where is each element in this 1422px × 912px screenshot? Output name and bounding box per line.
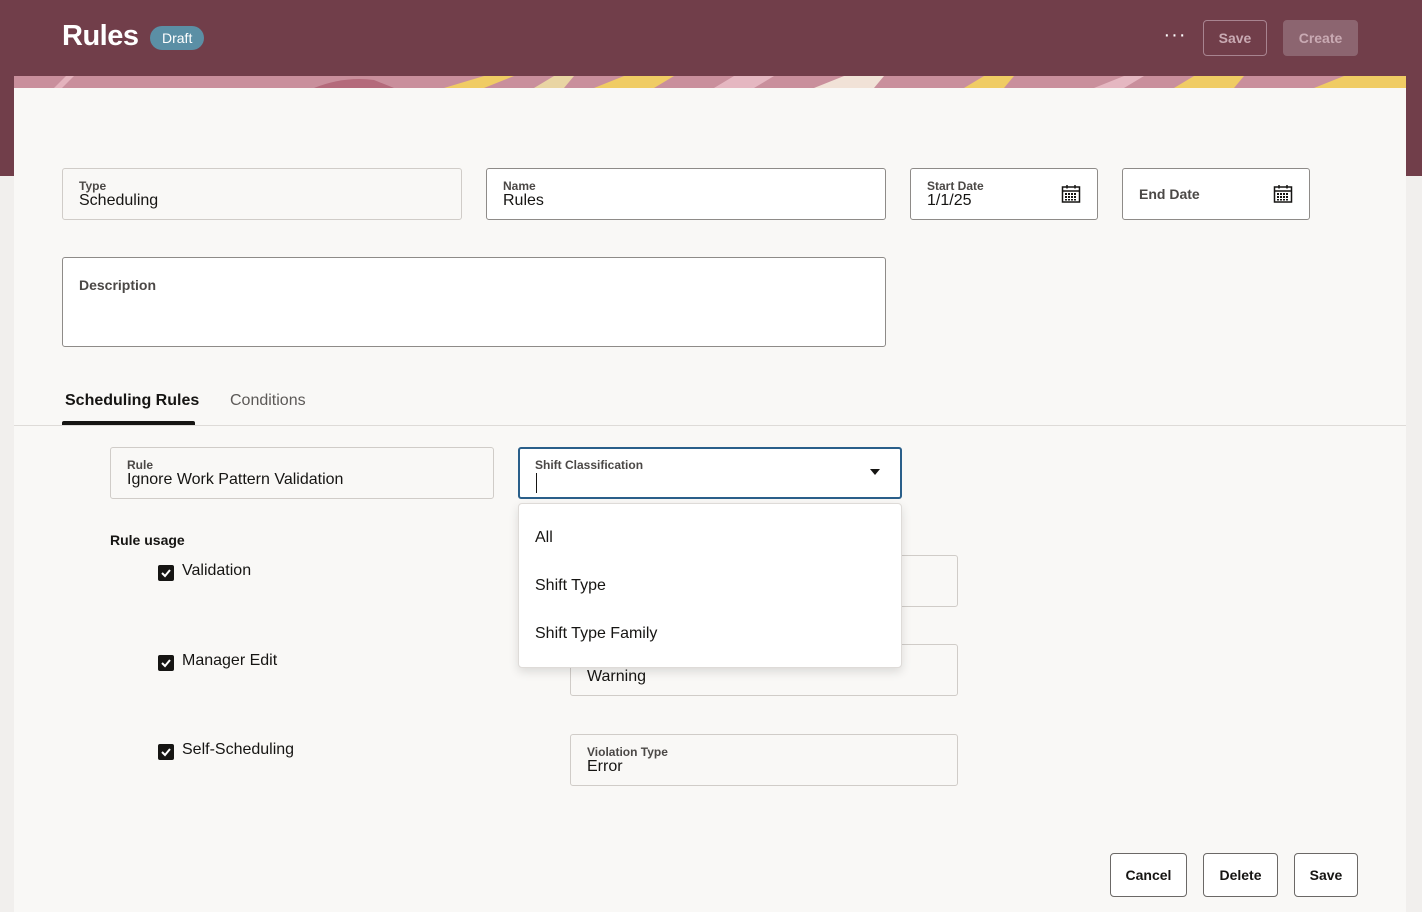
self-scheduling-violation-value: Error xyxy=(587,758,623,775)
text-cursor xyxy=(536,473,537,493)
description-label: Description xyxy=(79,277,157,293)
option-all[interactable]: All xyxy=(535,529,553,547)
self-scheduling-label: Self-Scheduling xyxy=(182,741,295,758)
checkbox-checked-icon[interactable] xyxy=(158,565,174,581)
violation-type-label: Violation Type xyxy=(587,745,668,759)
start-date-label: Start Date xyxy=(927,179,984,193)
more-icon: ··· xyxy=(1163,24,1187,46)
name-value: Rules xyxy=(503,192,544,209)
shift-classification-select[interactable]: Shift Classification xyxy=(518,447,902,499)
checkbox-checked-icon[interactable] xyxy=(158,655,174,671)
rule-usage-heading: Rule usage xyxy=(110,532,185,548)
validation-label: Validation xyxy=(182,562,252,579)
checkbox-checked-icon[interactable] xyxy=(158,744,174,760)
save-button[interactable]: Save xyxy=(1294,853,1358,897)
rule-value: Ignore Work Pattern Validation xyxy=(127,471,344,488)
type-field: Type Scheduling xyxy=(62,168,462,220)
page-title: Rules xyxy=(62,20,139,52)
start-date-field[interactable]: Start Date 1/1/25 xyxy=(910,168,1098,220)
tab-conditions[interactable]: Conditions xyxy=(230,392,306,410)
delete-button[interactable]: Delete xyxy=(1203,853,1278,897)
header-save-button[interactable]: Save xyxy=(1203,20,1267,56)
cancel-button[interactable]: Cancel xyxy=(1110,853,1187,897)
chevron-down-icon[interactable] xyxy=(870,469,880,475)
rule-field: Rule Ignore Work Pattern Validation xyxy=(110,447,494,499)
shift-classification-label: Shift Classification xyxy=(535,458,644,472)
rule-label: Rule xyxy=(127,458,154,472)
type-label: Type xyxy=(79,179,107,193)
manager-edit-label: Manager Edit xyxy=(182,652,278,669)
create-button[interactable]: Create xyxy=(1283,20,1358,56)
banner-decoration xyxy=(14,76,1406,88)
calendar-icon[interactable] xyxy=(1061,184,1081,204)
end-date-placeholder: End Date xyxy=(1139,186,1200,202)
status-badge: Draft xyxy=(150,26,205,50)
option-shift-type[interactable]: Shift Type xyxy=(535,577,606,595)
option-shift-type-family[interactable]: Shift Type Family xyxy=(535,625,657,643)
type-value: Scheduling xyxy=(79,192,159,209)
end-date-field[interactable]: End Date xyxy=(1122,168,1310,220)
calendar-icon[interactable] xyxy=(1273,184,1293,204)
manager-edit-violation-value: Warning xyxy=(587,668,646,685)
name-label: Name xyxy=(503,179,536,193)
start-date-value: 1/1/25 xyxy=(927,192,972,209)
shift-classification-listbox: All Shift Type Shift Type Family xyxy=(518,503,902,668)
name-field[interactable]: Name Rules xyxy=(486,168,886,220)
self-scheduling-violation-type-field: Violation Type Error xyxy=(570,734,958,786)
more-actions-button[interactable]: ··· xyxy=(1158,24,1192,52)
description-field[interactable]: Description xyxy=(62,257,886,347)
tabs-divider xyxy=(14,425,1406,426)
tab-scheduling-rules[interactable]: Scheduling Rules xyxy=(65,392,199,410)
